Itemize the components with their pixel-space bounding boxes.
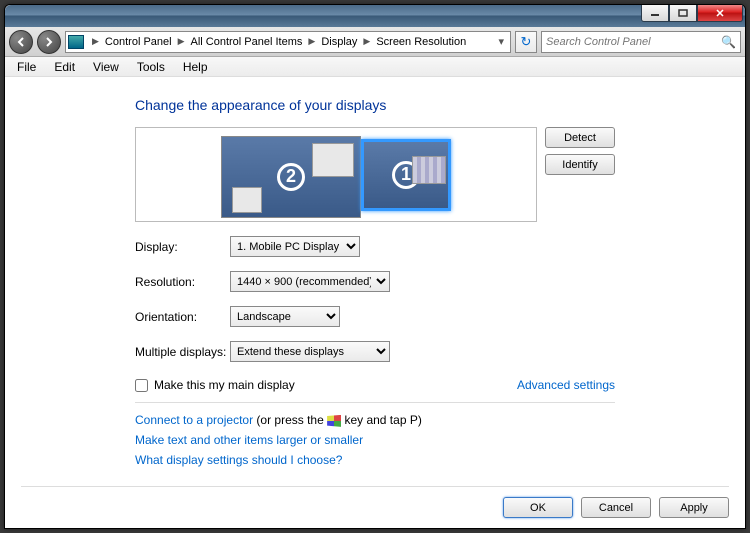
connect-projector-link[interactable]: Connect to a projector	[135, 413, 253, 427]
windows-key-icon	[327, 415, 341, 427]
checkbox-text: Make this my main display	[154, 378, 295, 392]
search-input[interactable]	[546, 36, 721, 48]
display-select[interactable]: 1. Mobile PC Display	[230, 236, 360, 257]
orientation-label: Orientation:	[135, 310, 230, 324]
close-button[interactable]: ✕	[697, 5, 743, 22]
projector-hint2: key and tap P)	[341, 413, 422, 427]
breadcrumb[interactable]: Control Panel	[103, 36, 174, 48]
main-display-checkbox[interactable]	[135, 379, 148, 392]
menu-edit[interactable]: Edit	[46, 58, 83, 76]
window: ✕ ▶ Control Panel ▶ All Control Panel It…	[4, 4, 746, 529]
monitor-2[interactable]: 2	[221, 136, 361, 218]
window-thumb-icon	[312, 143, 354, 177]
apply-button[interactable]: Apply	[659, 497, 729, 518]
forward-button[interactable]	[37, 30, 61, 54]
monitor-1[interactable]: 1	[361, 139, 451, 211]
window-thumb-icon	[232, 187, 262, 213]
menu-file[interactable]: File	[9, 58, 44, 76]
dialog-footer: OK Cancel Apply	[21, 486, 729, 518]
chevron-right-icon: ▶	[88, 36, 103, 47]
chevron-right-icon: ▶	[304, 36, 319, 47]
address-bar[interactable]: ▶ Control Panel ▶ All Control Panel Item…	[65, 31, 511, 53]
monitor-number: 2	[277, 163, 305, 191]
resolution-label: Resolution:	[135, 275, 230, 289]
identify-button[interactable]: Identify	[545, 154, 615, 175]
menu-view[interactable]: View	[85, 58, 127, 76]
text-size-link[interactable]: Make text and other items larger or smal…	[135, 433, 363, 447]
projector-hint: (or press the	[253, 413, 327, 427]
breadcrumb[interactable]: Display	[319, 36, 359, 48]
menu-tools[interactable]: Tools	[129, 58, 173, 76]
back-button[interactable]	[9, 30, 33, 54]
advanced-settings-link[interactable]: Advanced settings	[517, 378, 615, 392]
main-display-checkbox-label[interactable]: Make this my main display	[135, 378, 295, 392]
address-dropdown-icon[interactable]: ▾	[494, 35, 508, 48]
resolution-select[interactable]: 1440 × 900 (recommended)	[230, 271, 390, 292]
detect-button[interactable]: Detect	[545, 127, 615, 148]
display-preview[interactable]: 2 1	[135, 127, 537, 222]
window-thumb-icon	[412, 156, 446, 184]
maximize-button[interactable]	[669, 5, 697, 22]
chevron-right-icon: ▶	[359, 36, 374, 47]
cancel-button[interactable]: Cancel	[581, 497, 651, 518]
ok-button[interactable]: OK	[503, 497, 573, 518]
menu-bar: File Edit View Tools Help	[5, 57, 745, 77]
breadcrumb[interactable]: Screen Resolution	[374, 36, 468, 48]
display-label: Display:	[135, 240, 230, 254]
content-area: Change the appearance of your displays 2…	[5, 77, 745, 467]
nav-toolbar: ▶ Control Panel ▶ All Control Panel Item…	[5, 27, 745, 57]
search-icon[interactable]: 🔍	[721, 35, 736, 49]
separator	[135, 402, 615, 403]
titlebar: ✕	[5, 5, 745, 27]
breadcrumb[interactable]: All Control Panel Items	[189, 36, 305, 48]
menu-help[interactable]: Help	[175, 58, 216, 76]
refresh-button[interactable]: ↻	[515, 31, 537, 53]
control-panel-icon	[68, 35, 84, 49]
search-box[interactable]: 🔍	[541, 31, 741, 53]
help-link[interactable]: What display settings should I choose?	[135, 453, 342, 467]
multiple-displays-select[interactable]: Extend these displays	[230, 341, 390, 362]
minimize-button[interactable]	[641, 5, 669, 22]
chevron-right-icon: ▶	[174, 36, 189, 47]
multiple-displays-label: Multiple displays:	[135, 345, 230, 359]
page-heading: Change the appearance of your displays	[135, 97, 615, 113]
orientation-select[interactable]: Landscape	[230, 306, 340, 327]
